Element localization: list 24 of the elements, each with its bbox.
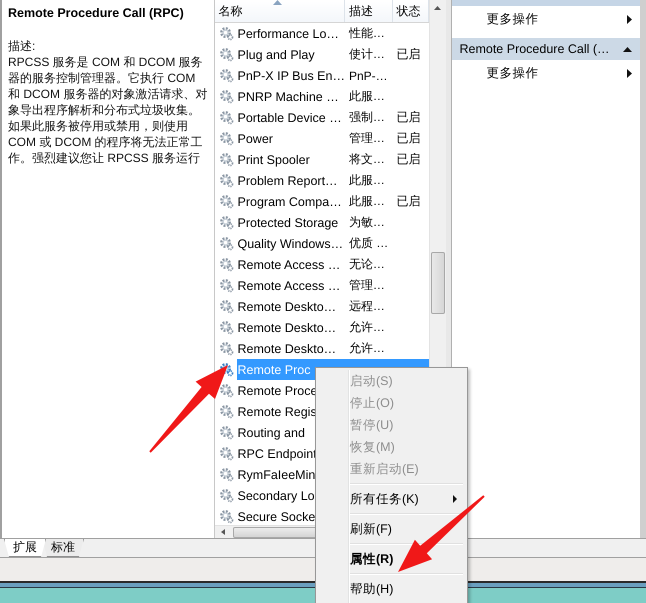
description-cell-text: 管理… <box>348 277 386 294</box>
description-cell-text: 管理… <box>348 130 386 147</box>
description-cell-text: 强制… <box>348 109 386 126</box>
description-cell-text: 使计… <box>348 46 386 63</box>
description-cell-text: 允许… <box>348 319 386 336</box>
status-cell-text: 已启 <box>396 46 422 63</box>
description-cell-text: PnP-… <box>348 68 389 84</box>
status-cell-text: 已启 <box>396 193 422 210</box>
description-cell-text: 此服… <box>348 88 386 105</box>
description-cell-text: 此服… <box>348 193 386 210</box>
description-cell-text: 将文… <box>348 151 386 168</box>
description-cell-text: 远程… <box>348 298 386 315</box>
description-cell-text: 此服… <box>348 172 386 189</box>
status-cell-text: 已启 <box>396 130 422 147</box>
service-title: Remote Procedure Call (RPC) <box>8 6 185 20</box>
description-cell-text: 为敏… <box>348 214 386 231</box>
description-cell-text: 允许… <box>348 340 386 357</box>
status-cell-text: 已启 <box>396 109 422 126</box>
description-label: 描述: <box>8 38 36 54</box>
service-description: RPCSS 服务是 COM 和 DCOM 服务器的服务控制管理器。它执行 COM 和 DCOM 服务器的对象激活请求、对象导出程序解析和分布式垃圾收集。如果此服务被停用或禁用，则使用 COM 或 DCOM 的程序将无法正常工作。强烈建议您让 RPCSS 服务运行 <box>8 54 208 166</box>
status-cell-text: 已启 <box>396 151 422 168</box>
description-cell-text: 无论… <box>348 256 386 273</box>
description-cell-text: 性能… <box>348 25 386 42</box>
description-cell-text: 优质 … <box>348 235 390 252</box>
